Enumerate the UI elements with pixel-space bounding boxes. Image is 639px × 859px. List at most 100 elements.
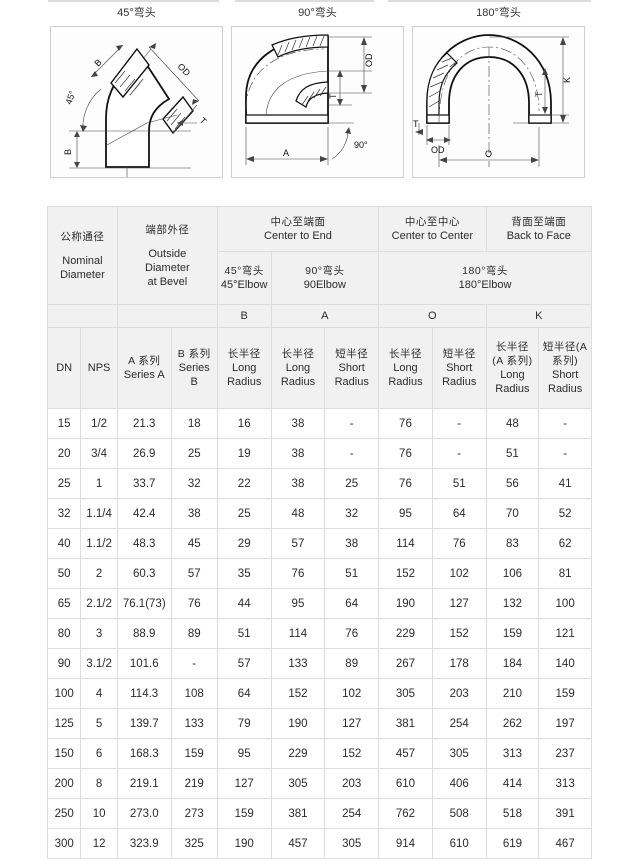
cell-nps: 3/4 — [80, 438, 118, 469]
cell-o-long-radius: 610 — [378, 768, 433, 799]
cell-nps: 10 — [80, 798, 118, 829]
header-series-a-en: Series A — [123, 369, 165, 381]
header-btf-en: Back to Face — [506, 230, 571, 242]
cell-nps: 8 — [80, 768, 118, 799]
figure-cell-90: 90°弯头 OD T A 90° — [229, 0, 406, 178]
cell-series-b: 219 — [170, 768, 218, 799]
cell-a-short-radius: 152 — [324, 738, 380, 769]
cell-series-b: 133 — [170, 708, 218, 739]
cell-a-short-radius: 89 — [324, 648, 380, 679]
header-row-columns: DN NPS A 系列 Series A B 系列 Series B 长半径 L… — [46, 327, 592, 409]
header-col-k-long: 长半径 (A 系列) Long Radius — [485, 327, 540, 409]
cell-a-long-radius: 38 — [270, 408, 326, 439]
cell-series-b: 18 — [170, 408, 218, 439]
cell-series-a: 21.3 — [116, 408, 172, 439]
cell-a-short-radius: 25 — [324, 468, 380, 499]
cell-series-a: 139.7 — [116, 708, 172, 739]
cell-k-short-radius-a-: - — [538, 438, 592, 469]
cell-series-b: - — [170, 648, 218, 679]
cell-nps: 1 — [80, 468, 118, 499]
cell-o-short-radius: 152 — [431, 618, 487, 649]
cell-k-long-radius-a-: 56 — [485, 468, 540, 499]
cell-a-short-radius: 254 — [324, 798, 380, 829]
cell-series-b: 45 — [170, 528, 218, 559]
cell-k-long-radius-a-: 106 — [485, 558, 540, 589]
header-a-short-en1: Short — [338, 362, 365, 374]
table-row: 15 1/2 21.3 18 16 38-76-48- — [46, 408, 592, 439]
header-elbow180-en: 180°Elbow — [458, 279, 512, 291]
cell-a-short-radius: 102 — [324, 678, 380, 709]
cell-a-long-radius: 95 — [270, 588, 326, 619]
cell-b-long-radius: 79 — [216, 708, 272, 739]
cell-b-long-radius: 25 — [216, 498, 272, 529]
header-symbol-blank-od — [116, 304, 218, 328]
cell-k-long-radius-a-: 210 — [485, 678, 540, 709]
cell-k-long-radius-a-: 414 — [485, 768, 540, 799]
cell-nps: 1/2 — [80, 408, 118, 439]
cell-dn: 25 — [46, 468, 82, 499]
cell-k-long-radius-a-: 313 — [485, 738, 540, 769]
header-symbol-k: K — [485, 304, 593, 328]
header-k-long-cn2: (A 系列) — [492, 355, 533, 367]
cell-b-long-radius: 22 — [216, 468, 272, 499]
header-ctc-en: Center to Center — [391, 230, 473, 242]
cell-k-long-radius-a-: 518 — [485, 798, 540, 829]
cell-nps: 3 — [80, 618, 118, 649]
cell-o-short-radius: 203 — [431, 678, 487, 709]
cell-a-short-radius: 127 — [324, 708, 380, 739]
cell-k-short-radius-a-: 467 — [538, 828, 592, 859]
table-row: 150 6 168.3 159 95 229 152 457 305 313 237 — [46, 738, 592, 769]
cell-o-long-radius: 267 — [378, 648, 433, 679]
header-symbol-o: O — [378, 304, 487, 328]
cell-dn: 200 — [46, 768, 82, 799]
cell-nps: 3.1/2 — [80, 648, 118, 679]
table-row: 200 8 219.1 219 127 305 203 610 406 414 313 — [46, 768, 592, 799]
cell-dn: 80 — [46, 618, 82, 649]
header-series-a-cn: A 系列 — [128, 355, 161, 367]
cell-o-long-radius: 152 — [378, 558, 433, 589]
table-row: 90 3.1/2 101.6-57 133 89 267 178 184 140 — [46, 648, 592, 679]
header-a-long-en2: Radius — [280, 376, 316, 388]
cell-dn: 90 — [46, 648, 82, 679]
elbow-180-diagram: T OD O K T — [412, 26, 585, 178]
table-row: 125 5 139.7 133 79 190 127 381 254 262 197 — [46, 708, 592, 739]
cell-series-b: 76 — [170, 588, 218, 619]
cell-series-a: 26.9 — [116, 438, 172, 469]
table-row: 65 2.1/2 76.1(73) 76 44 95 64 190 127 132 100 — [46, 588, 592, 619]
header-row-groups: 公称通径 Nominal Diameter 端部外径 Outside Diame… — [47, 206, 593, 305]
cell-o-short-radius: 102 — [431, 558, 487, 589]
header-col-a-short: 短半径 Short Radius — [324, 327, 380, 409]
cell-a-short-radius: - — [324, 438, 380, 469]
cell-dn: 125 — [46, 708, 82, 739]
cell-series-a: 273.0 — [116, 798, 172, 829]
cell-a-short-radius: 76 — [324, 618, 380, 649]
cell-b-long-radius: 95 — [216, 738, 272, 769]
cell-b-long-radius: 29 — [216, 528, 272, 559]
cell-b-long-radius: 127 — [216, 768, 272, 799]
cell-series-a: 60.3 — [116, 558, 172, 589]
page-root: 45°弯头 B OD T 45° B 90°弯头 OD T A 90° 180°… — [0, 0, 639, 859]
table-row: 100 4 114.3 108 64 152 102 305 203 210 159 — [46, 678, 592, 709]
figure-caption-90: 90°弯头 — [298, 7, 337, 19]
header-elbow90-cn: 90°弯头 — [305, 265, 345, 277]
header-o-short-en1: Short — [446, 362, 473, 374]
header-k-short-en2: Radius — [548, 383, 583, 395]
cell-series-b: 108 — [170, 678, 218, 709]
header-elbow90-en: 90Elbow — [303, 279, 346, 291]
cell-o-short-radius: 254 — [431, 708, 487, 739]
cell-series-a: 101.6 — [116, 648, 172, 679]
cell-series-a: 33.7 — [116, 468, 172, 499]
cell-b-long-radius: 159 — [216, 798, 272, 829]
cell-k-long-radius-a-: 619 — [485, 828, 540, 859]
cell-k-short-radius-a-: 100 — [538, 588, 592, 619]
cell-a-long-radius: 457 — [270, 828, 326, 859]
cell-nps: 2 — [80, 558, 118, 589]
figure-label-o: O — [485, 149, 492, 159]
figure-caption-45: 45°弯头 — [117, 7, 156, 19]
table-row: 25 1 33.7 32 22 38 25 76 51 56 41 — [46, 468, 592, 499]
table-row: 50 2 60.3 57 35 76 51 152 102 106 81 — [46, 558, 592, 589]
figure-label-t: T — [413, 119, 419, 129]
cell-k-short-radius-a-: 62 — [538, 528, 592, 559]
header-col-b-long: 长半径 Long Radius — [216, 327, 272, 409]
cell-b-long-radius: 51 — [216, 618, 272, 649]
